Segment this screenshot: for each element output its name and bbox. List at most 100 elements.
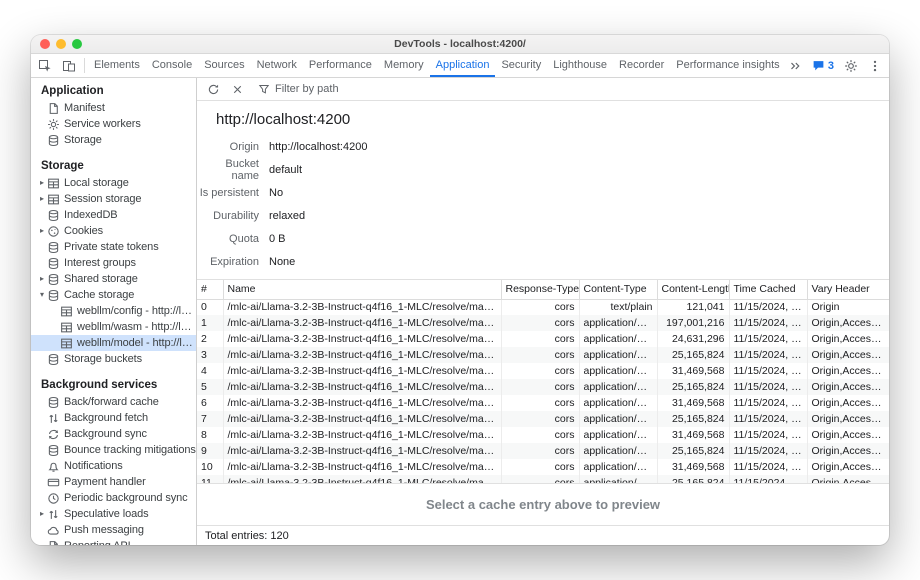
inspect-element-button[interactable] (33, 54, 57, 77)
sidebar-item-label: Shared storage (64, 273, 138, 285)
sidebar-item-speculative-loads[interactable]: ▸Speculative loads (31, 506, 196, 522)
database-icon (47, 209, 60, 222)
sidebar-item-label: webllm/wasm - http://loca… (77, 321, 196, 333)
cache-entry-row-11[interactable]: 11/mlc-ai/Llama-3.2-3B-Instruct-q4f16_1-… (197, 475, 889, 483)
sidebar-item-private-state-tokens[interactable]: Private state tokens (31, 239, 196, 255)
tab-recorder[interactable]: Recorder (613, 54, 670, 77)
sidebar-item-storage[interactable]: Storage (31, 132, 196, 148)
cell-content-length: 25,165,824 (657, 475, 729, 483)
cell-content-type: application/oc… (579, 395, 657, 411)
sidebar-item-label: Back/forward cache (64, 396, 159, 408)
expand-arrow-icon[interactable]: ▸ (37, 175, 47, 191)
sidebar-item-webllm-model-http-loc[interactable]: webllm/model - http://loc… (31, 335, 196, 351)
refresh-button[interactable] (202, 78, 224, 100)
sidebar-item-periodic-background-sync[interactable]: Periodic background sync (31, 490, 196, 506)
cache-entry-row-8[interactable]: 8/mlc-ai/Llama-3.2-3B-Instruct-q4f16_1-M… (197, 427, 889, 443)
console-message-badge[interactable]: 3 (807, 54, 839, 77)
database-icon (47, 134, 60, 147)
tab-memory[interactable]: Memory (378, 54, 430, 77)
column-header-[interactable]: # (197, 280, 223, 299)
total-entries-label: Total entries: 120 (205, 530, 289, 542)
sidebar-item-notifications[interactable]: Notifications (31, 458, 196, 474)
sidebar-item-cache-storage[interactable]: ▾Cache storage (31, 287, 196, 303)
database-icon (47, 273, 60, 286)
devtools-content: ApplicationManifestService workersStorag… (31, 78, 889, 545)
cache-entry-row-2[interactable]: 2/mlc-ai/Llama-3.2-3B-Instruct-q4f16_1-M… (197, 331, 889, 347)
cache-entry-row-10[interactable]: 10/mlc-ai/Llama-3.2-3B-Instruct-q4f16_1-… (197, 459, 889, 475)
expand-arrow-icon[interactable]: ▸ (37, 506, 47, 522)
column-header-name[interactable]: Name (223, 280, 501, 299)
cache-entry-row-6[interactable]: 6/mlc-ai/Llama-3.2-3B-Instruct-q4f16_1-M… (197, 395, 889, 411)
column-header-time-cached[interactable]: Time Cached (729, 280, 807, 299)
sidebar-item-shared-storage[interactable]: ▸ Shared storage (31, 271, 196, 287)
column-header-vary-header[interactable]: Vary Header (807, 280, 889, 299)
tab-application[interactable]: Application (430, 54, 496, 77)
cache-entry-row-0[interactable]: 0/mlc-ai/Llama-3.2-3B-Instruct-q4f16_1-M… (197, 299, 889, 315)
tab-lighthouse[interactable]: Lighthouse (547, 54, 613, 77)
cache-entry-row-5[interactable]: 5/mlc-ai/Llama-3.2-3B-Instruct-q4f16_1-M… (197, 379, 889, 395)
sidebar-item-storage-buckets[interactable]: Storage buckets (31, 351, 196, 367)
cache-entry-row-9[interactable]: 9/mlc-ai/Llama-3.2-3B-Instruct-q4f16_1-M… (197, 443, 889, 459)
cell-num: 3 (197, 347, 223, 363)
cell-time-cached: 11/15/2024, 10… (729, 299, 807, 315)
sidebar-item-local-storage[interactable]: ▸Local storage (31, 175, 196, 191)
device-toolbar-button[interactable] (57, 54, 81, 77)
cache-entry-row-4[interactable]: 4/mlc-ai/Llama-3.2-3B-Instruct-q4f16_1-M… (197, 363, 889, 379)
cache-entry-row-7[interactable]: 7/mlc-ai/Llama-3.2-3B-Instruct-q4f16_1-M… (197, 411, 889, 427)
tab-security[interactable]: Security (495, 54, 547, 77)
document-icon (47, 540, 60, 546)
expand-arrow-icon[interactable]: ▸ (37, 191, 47, 207)
cell-time-cached: 11/15/2024, 10… (729, 331, 807, 347)
sidebar-item-label: IndexedDB (64, 209, 118, 221)
sidebar-item-webllm-wasm-http-loca[interactable]: webllm/wasm - http://loca… (31, 319, 196, 335)
sidebar-item-back-forward-cache[interactable]: Back/forward cache (31, 394, 196, 410)
sidebar-item-interest-groups[interactable]: Interest groups (31, 255, 196, 271)
zoom-window-button[interactable] (72, 39, 82, 49)
column-header-content-length[interactable]: Content-Length (657, 280, 729, 299)
tab-sources[interactable]: Sources (198, 54, 250, 77)
meta-value: relaxed (269, 210, 305, 222)
delete-selected-button[interactable] (226, 78, 248, 100)
cell-response-type: cors (501, 363, 579, 379)
tab-elements[interactable]: Elements (88, 54, 146, 77)
minimize-window-button[interactable] (56, 39, 66, 49)
expand-arrow-icon[interactable]: ▸ (37, 271, 47, 287)
cell-name: /mlc-ai/Llama-3.2-3B-Instruct-q4f16_1-ML… (223, 395, 501, 411)
sidebar-item-indexeddb[interactable]: IndexedDB (31, 207, 196, 223)
column-header-response-type[interactable]: Response-Type (501, 280, 579, 299)
filter-by-path-input[interactable]: Filter by path (258, 83, 339, 95)
expand-arrow-icon[interactable]: ▾ (37, 287, 47, 303)
cell-content-type: application/oc… (579, 347, 657, 363)
sidebar-item-webllm-config-http-loc[interactable]: webllm/config - http://loc… (31, 303, 196, 319)
tab-network[interactable]: Network (251, 54, 303, 77)
sidebar-item-reporting-api[interactable]: Reporting API (31, 538, 196, 545)
tab-performance[interactable]: Performance (303, 54, 378, 77)
table-icon (60, 337, 73, 350)
cache-entry-row-3[interactable]: 3/mlc-ai/Llama-3.2-3B-Instruct-q4f16_1-M… (197, 347, 889, 363)
sidebar-item-push-messaging[interactable]: Push messaging (31, 522, 196, 538)
sidebar-item-payment-handler[interactable]: Payment handler (31, 474, 196, 490)
settings-button[interactable] (839, 54, 863, 77)
cell-time-cached: 11/15/2024, 10… (729, 427, 807, 443)
main-menu-button[interactable] (863, 54, 887, 77)
sidebar-item-session-storage[interactable]: ▸Session storage (31, 191, 196, 207)
tab-performance-insights[interactable]: Performance insights (670, 54, 783, 77)
expand-arrow-icon[interactable]: ▸ (37, 223, 47, 239)
cache-entries-table: #NameResponse-TypeContent-TypeContent-Le… (197, 280, 889, 483)
sidebar-item-background-sync[interactable]: Background sync (31, 426, 196, 442)
sidebar-item-cookies[interactable]: ▸Cookies (31, 223, 196, 239)
cell-time-cached: 11/15/2024, 10… (729, 411, 807, 427)
sidebar-item-background-fetch[interactable]: Background fetch (31, 410, 196, 426)
sidebar-item-manifest[interactable]: Manifest (31, 100, 196, 116)
tab-console[interactable]: Console (146, 54, 198, 77)
console-message-count: 3 (828, 60, 834, 72)
more-tabs-button[interactable] (783, 54, 807, 77)
cache-entry-row-1[interactable]: 1/mlc-ai/Llama-3.2-3B-Instruct-q4f16_1-M… (197, 315, 889, 331)
sidebar-item-label: webllm/model - http://loc… (77, 337, 196, 349)
tab-label: Recorder (619, 59, 664, 71)
column-header-content-type[interactable]: Content-Type (579, 280, 657, 299)
sidebar-item-service-workers[interactable]: Service workers (31, 116, 196, 132)
close-window-button[interactable] (40, 39, 50, 49)
sidebar-item-bounce-tracking-mitigations[interactable]: Bounce tracking mitigations (31, 442, 196, 458)
cell-num: 5 (197, 379, 223, 395)
